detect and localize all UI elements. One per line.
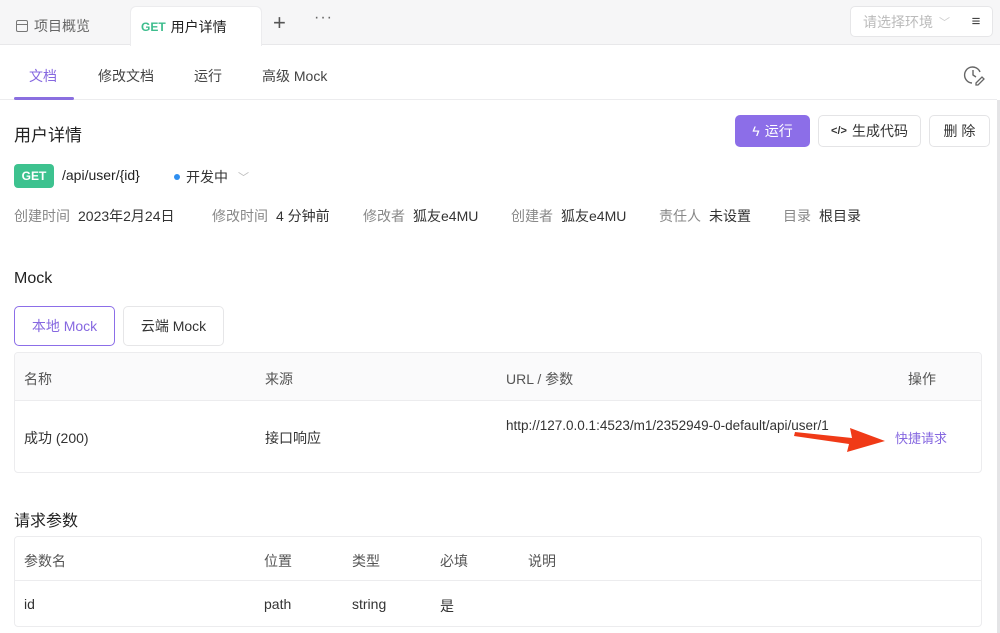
subtab-edit-doc[interactable]: 修改文档 (98, 66, 154, 86)
menu-button[interactable]: ≡ (960, 6, 993, 37)
endpoint-path: /api/user/{id} (62, 167, 140, 183)
subtab-run[interactable]: 运行 (194, 66, 222, 86)
tab-label: 用户详情 (170, 18, 227, 35)
param-position: path (264, 596, 292, 612)
layout-icon (16, 19, 28, 32)
table-header: 名称 来源 URL / 参数 操作 (15, 353, 981, 401)
status-dot (174, 174, 180, 180)
column-header: 位置 (264, 553, 292, 569)
generate-code-button[interactable]: </> 生成代码 (818, 115, 921, 147)
status-label: 开发中 (186, 169, 228, 185)
params-table: 参数名 位置 类型 必填 说明 id path string 是 (14, 536, 982, 627)
subtab-doc[interactable]: 文档 (29, 66, 57, 86)
column-header: 名称 (24, 371, 52, 387)
page-title: 用户详情 (14, 126, 82, 145)
meta-creator: 创建者 狐友e4MU (511, 208, 627, 224)
meta-folder: 目录 根目录 (783, 208, 861, 224)
mock-name: 成功 (200) (24, 430, 89, 446)
column-header: 参数名 (24, 553, 66, 569)
mock-source: 接口响应 (265, 430, 321, 446)
red-arrow-annotation (794, 428, 885, 452)
delete-button[interactable]: 删 除 (929, 115, 990, 147)
meta-created: 创建时间 2023年2月24日 (14, 208, 175, 224)
param-required: 是 (440, 598, 454, 614)
method-badge: GET (14, 164, 54, 188)
method-label: GET (141, 19, 166, 34)
column-header: 操作 (908, 371, 936, 387)
run-label: 运行 (764, 123, 793, 139)
tab-user-detail[interactable]: GET 用户详情 (130, 6, 262, 46)
code-label: 生成代码 (851, 123, 908, 139)
column-header: 说明 (528, 553, 556, 569)
meta-modifier: 修改者 狐友e4MU (363, 208, 479, 224)
history-edit-icon[interactable] (963, 64, 985, 86)
column-header: URL / 参数 (506, 371, 574, 387)
column-header: 必填 (440, 553, 468, 569)
table-row: id path string 是 (15, 581, 981, 626)
meta-owner: 责任人 未设置 (659, 208, 751, 224)
mock-heading: Mock (14, 270, 53, 287)
run-button[interactable]: ϟ 运行 (735, 115, 810, 147)
cloud-mock-tab[interactable]: 云端 Mock (123, 306, 224, 346)
column-header: 来源 (265, 371, 293, 387)
add-tab-button[interactable]: + (273, 10, 286, 36)
param-type: string (352, 596, 387, 612)
chevron-down-icon: ﹀ (238, 172, 249, 184)
env-placeholder: 请选择环境 (863, 13, 933, 30)
quick-request-link[interactable]: 快捷请求 (895, 428, 947, 447)
param-name: id (24, 596, 35, 612)
code-icon: </> (831, 125, 847, 137)
chevron-down-icon: ﹀ (939, 16, 950, 29)
environment-select[interactable]: 请选择环境 ﹀ (850, 6, 961, 37)
local-mock-tab[interactable]: 本地 Mock (14, 306, 115, 346)
lightning-icon: ϟ (752, 123, 760, 139)
subtab-advanced-mock[interactable]: 高级 Mock (262, 66, 327, 86)
column-header: 类型 (352, 553, 380, 569)
active-tab-indicator (14, 97, 74, 100)
meta-modified: 修改时间 4 分钟前 (212, 208, 330, 224)
tab-label: 项目概览 (34, 17, 90, 34)
table-header: 参数名 位置 类型 必填 说明 (15, 537, 981, 581)
tab-project-overview[interactable]: 项目概览 (0, 6, 129, 45)
status-select[interactable]: 开发中 ﹀ (174, 167, 249, 187)
more-tabs-button[interactable]: ··· (314, 9, 333, 27)
params-heading: 请求参数 (14, 513, 79, 530)
